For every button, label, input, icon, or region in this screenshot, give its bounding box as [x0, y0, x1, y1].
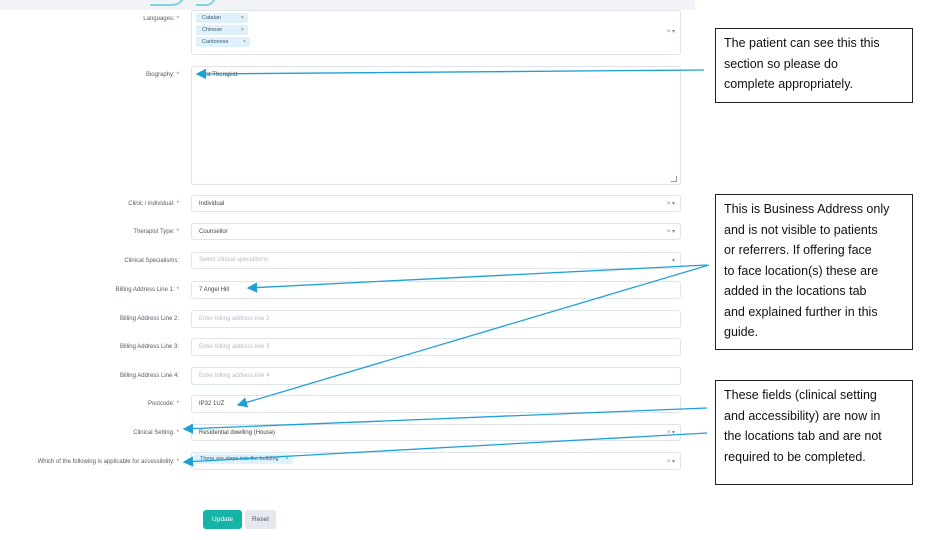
remove-chip-icon[interactable]: ×: [285, 456, 288, 462]
postcode-value: IP32 1UZ: [199, 401, 225, 407]
clinical-setting-label: Clinical Setting: *: [133, 430, 179, 436]
language-chip: Cantonese ×: [196, 37, 250, 47]
billing3-label: Billing Address Line 3:: [119, 344, 179, 350]
billing3-placeholder: Enter billing address line 3: [199, 344, 270, 350]
clear-icon[interactable]: × ▾: [667, 28, 675, 35]
therapist-type-value: Counsellor: [199, 229, 228, 235]
clinical-setting-value: Residential dwelling (House): [199, 430, 276, 436]
biography-text: st Therapist: [206, 72, 238, 78]
therapist-type-select[interactable]: Counsellor × ▾: [191, 223, 681, 240]
fields-moved-note: These fields (clinical setting and acces…: [715, 380, 913, 485]
billing4-input[interactable]: Enter billing address line 4: [191, 367, 681, 385]
clear-caret-icon[interactable]: × ▾: [667, 228, 675, 235]
language-chip: Catalan ×: [196, 13, 248, 23]
note-line: the locations tab and are not: [724, 429, 882, 443]
billing4-label: Billing Address Line 4:: [119, 373, 179, 379]
specialisms-select[interactable]: Select clinical specialisms ▾: [191, 252, 681, 269]
billing3-input[interactable]: Enter billing address line 3: [191, 338, 681, 356]
resize-handle-icon[interactable]: [671, 176, 677, 182]
note-line: This is Business Address only: [724, 202, 890, 216]
top-bar: [0, 0, 695, 10]
billing2-label: Billing Address Line 2:: [119, 316, 179, 322]
clinic-value: Individual: [199, 201, 225, 207]
note-line: or referrers. If offering face: [724, 243, 872, 257]
postcode-label: Postcode: *: [147, 401, 179, 407]
remove-chip-icon[interactable]: ×: [241, 15, 244, 21]
specialisms-placeholder: Select clinical specialisms: [199, 257, 269, 263]
clinic-label: Clinic / individual: *: [128, 201, 179, 207]
remove-chip-icon[interactable]: ×: [243, 39, 246, 45]
clear-caret-icon[interactable]: × ▾: [667, 458, 675, 465]
reset-button[interactable]: Reset: [245, 510, 276, 529]
specialisms-label: Clinical Specialisms:: [124, 258, 179, 264]
billing1-value: 7 Angel Hill: [199, 287, 230, 293]
note-line: to face location(s) these are: [724, 263, 879, 278]
clinical-setting-select[interactable]: Residential dwelling (House) × ▾: [191, 424, 681, 441]
note-line: guide.: [724, 325, 759, 339]
postcode-input[interactable]: IP32 1UZ: [191, 395, 681, 413]
billing4-placeholder: Enter billing address line 4: [199, 373, 270, 379]
update-button[interactable]: Update: [203, 510, 242, 529]
patient-visibility-note: The patient can see this this section so…: [715, 28, 913, 103]
languages-label: Languages: *: [143, 16, 179, 22]
biography-label: Biography: *: [145, 72, 179, 78]
note-line: These fields (clinical setting: [724, 388, 877, 402]
accessibility-label: Which of the following is applicable for…: [37, 459, 179, 465]
accessibility-chip: There are steps into the building ×: [194, 454, 293, 464]
note-line: and accessibility) are now in: [724, 408, 881, 423]
note-line: The patient can see this this: [724, 36, 880, 50]
billing2-input[interactable]: Enter billing address line 2: [191, 310, 681, 328]
remove-chip-icon[interactable]: ×: [241, 27, 244, 33]
billing1-input[interactable]: 7 Angel Hill: [191, 281, 681, 299]
clinic-select[interactable]: Individual × ▾: [191, 195, 681, 212]
therapist-type-label: Therapist Type: *: [133, 229, 179, 235]
clear-caret-icon[interactable]: × ▾: [667, 200, 675, 207]
billing1-label: Billing Address Line 1: *: [115, 287, 179, 293]
note-line: added in the locations tab: [724, 284, 867, 298]
business-address-note: This is Business Address only and is not…: [715, 194, 913, 350]
languages-select[interactable]: Catalan × Chinese × Cantonese × × ▾: [191, 10, 681, 55]
note-line: required to be completed.: [724, 449, 866, 464]
note-line: and explained further in this: [724, 304, 878, 319]
note-line: section so please do: [724, 56, 838, 71]
language-chip: Chinese ×: [196, 25, 248, 35]
accessibility-select[interactable]: There are steps into the building × × ▾: [191, 452, 681, 470]
billing2-placeholder: Enter billing address line 2: [199, 316, 270, 322]
biography-textarea[interactable]: st Therapist: [191, 66, 681, 185]
clear-caret-icon[interactable]: × ▾: [667, 429, 675, 436]
note-line: and is not visible to patients: [724, 222, 878, 237]
note-line: complete appropriately.: [724, 77, 854, 91]
chevron-down-icon[interactable]: ▾: [672, 257, 675, 264]
